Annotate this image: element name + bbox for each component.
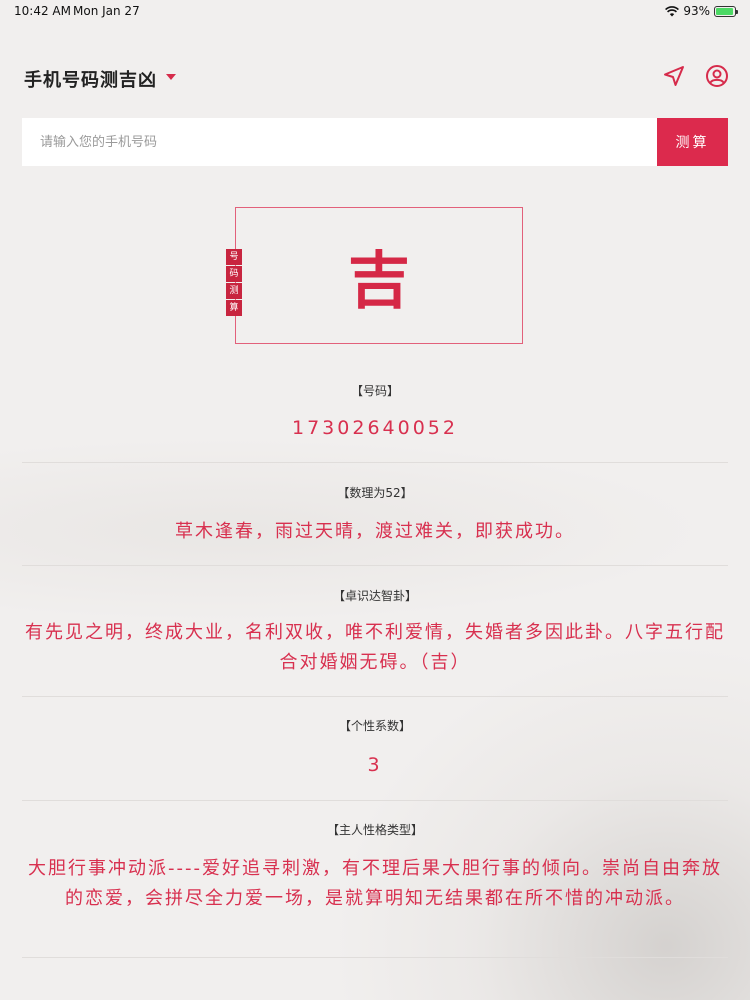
section-value: 3 [367, 754, 383, 776]
section-label: 【主人性格类型】 [326, 823, 423, 837]
divider [22, 696, 728, 697]
divider [22, 957, 728, 958]
status-time: 10:42 AM [14, 4, 71, 18]
divider [22, 800, 728, 801]
section-personality-type: 【主人性格类型】 大胆行事冲动派----爱好追寻刺激，有不理后果大胆行事的倾向。… [0, 821, 750, 914]
divider [22, 565, 728, 566]
section-hexagram: 【卓识达智卦】 有先见之明，终成大业，名利双收，唯不利爱情，失婚者多因此卦。八字… [0, 587, 750, 678]
section-value: 有先见之明，终成大业，名利双收，唯不利爱情，失婚者多因此卦。八字五行配合对婚姻无… [25, 622, 725, 673]
phone-number-input[interactable] [22, 118, 657, 166]
calculate-button[interactable]: 测算 [657, 118, 728, 166]
page-title-dropdown[interactable]: 手机号码测吉凶 [24, 66, 157, 92]
background-ink-wash [330, 640, 750, 1000]
status-date: Mon Jan 27 [73, 4, 140, 18]
section-value: 17302640052 [292, 417, 458, 439]
user-circle-icon[interactable] [705, 64, 729, 88]
section-label: 【卓识达智卦】 [332, 589, 417, 603]
battery-percent: 93% [683, 4, 710, 18]
section-value: 草木逢春，雨过天晴，渡过难关，即获成功。 [175, 521, 575, 542]
divider [22, 462, 728, 463]
section-personality-coefficient: 【个性系数】 3 [0, 717, 750, 776]
section-label: 【号码】 [350, 384, 399, 398]
status-bar: 10:42 AM Mon Jan 27 93% [0, 0, 750, 24]
section-numerology: 【数理为52】 草木逢春，雨过天晴，渡过难关，即获成功。 [0, 484, 750, 547]
search-bar: 测算 [22, 118, 728, 166]
battery-icon [714, 5, 738, 17]
section-number: 【号码】 17302640052 [0, 382, 750, 439]
battery-fill [716, 7, 733, 15]
status-indicators: 93% [665, 4, 738, 18]
wifi-icon [665, 5, 680, 16]
navigation-bar: 手机号码测吉凶 [0, 58, 750, 98]
section-label: 【数理为52】 [337, 486, 413, 500]
chevron-down-icon[interactable] [166, 74, 176, 80]
section-value: 大胆行事冲动派----爱好追寻刺激，有不理后果大胆行事的倾向。崇尚自由奔放的恋爱… [28, 858, 722, 909]
section-label: 【个性系数】 [338, 719, 411, 733]
verdict-text: 吉 [347, 244, 410, 317]
location-arrow-icon[interactable] [662, 64, 686, 88]
